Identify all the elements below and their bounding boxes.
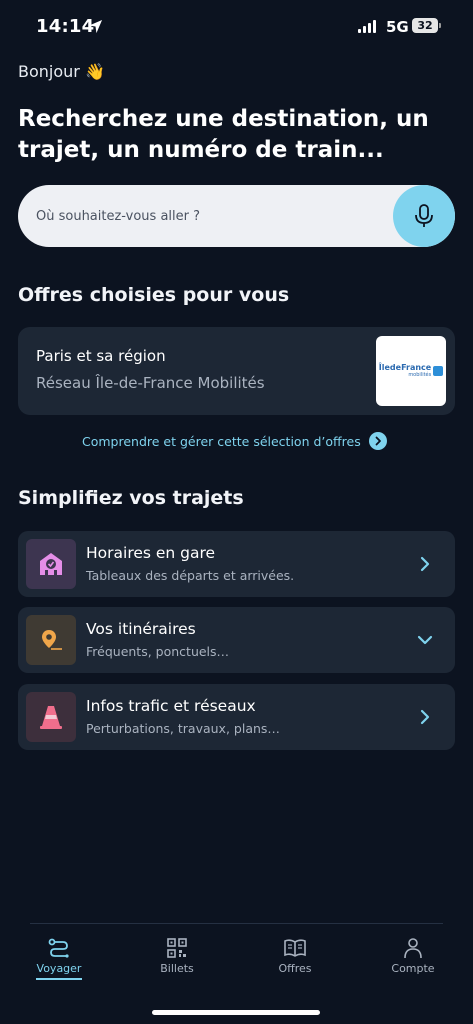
chevron-right-icon [420, 709, 430, 725]
page-headline: Recherchez une destination, un trajet, u… [18, 106, 429, 163]
offers-section-title: Offres choisies pour vous [18, 284, 290, 306]
itineraries-card[interactable]: Vos itinéraires Fréquents, ponctuels… [18, 607, 455, 673]
battery-indicator: 32 [412, 18, 438, 33]
simplify-section-title: Simplifiez vos trajets [18, 487, 244, 509]
offer-subtitle: Réseau Île-de-France Mobilités [36, 374, 265, 392]
map-pin-icon [26, 615, 76, 665]
greeting-text: Bonjour 👋 [18, 62, 105, 81]
book-open-icon [284, 939, 306, 957]
nav-label-voyager: Voyager [36, 962, 82, 975]
offer-title: Paris et sa région [36, 347, 166, 365]
station-clock-icon [26, 539, 76, 589]
nav-tab-billets[interactable]: Billets [132, 936, 222, 975]
search-bar[interactable] [18, 185, 455, 247]
chevron-right-icon [420, 556, 430, 572]
active-tab-indicator [36, 978, 82, 980]
logo-subtext: mobilités [408, 372, 432, 378]
user-icon [404, 938, 422, 959]
traffic-info-subtitle: Perturbations, travaux, plans… [86, 721, 280, 736]
nav-label-offres: Offres [278, 962, 312, 975]
microphone-icon [415, 204, 433, 227]
manage-offers-label: Comprendre et gérer cette sélection d’of… [82, 433, 361, 449]
itineraries-title: Vos itinéraires [86, 620, 196, 638]
microphone-button[interactable] [393, 185, 455, 247]
nav-tab-compte[interactable]: Compte [368, 936, 458, 975]
nav-divider [30, 923, 443, 924]
signal-bars-icon [358, 20, 376, 33]
status-time: 14:14 [36, 16, 95, 37]
offer-card[interactable]: Paris et sa région Réseau Île-de-France … [18, 327, 455, 415]
nav-label-compte: Compte [391, 962, 435, 975]
battery-tip [439, 23, 441, 28]
logo-mark-icon [433, 366, 444, 376]
traffic-info-card[interactable]: Infos trafic et réseaux Perturbations, t… [18, 684, 455, 750]
traffic-cone-icon [26, 692, 76, 742]
search-input[interactable] [36, 185, 386, 247]
logo-text: ÎledeFrance [378, 363, 432, 372]
manage-offers-link[interactable]: Comprendre et gérer cette sélection d’of… [82, 432, 387, 450]
idf-mobilites-logo: ÎledeFrance mobilités [376, 336, 446, 406]
chevron-right-circle-icon [368, 432, 387, 450]
home-indicator [152, 1010, 320, 1015]
nav-tab-voyager[interactable]: Voyager [14, 936, 104, 980]
itineraries-subtitle: Fréquents, ponctuels… [86, 644, 230, 659]
route-icon [48, 938, 69, 958]
traffic-info-title: Infos trafic et réseaux [86, 697, 256, 715]
location-arrow-icon [88, 19, 103, 34]
nav-label-billets: Billets [160, 962, 194, 975]
station-schedules-card[interactable]: Horaires en gare Tableaux des départs et… [18, 531, 455, 597]
nav-tab-offres[interactable]: Offres [250, 936, 340, 975]
station-schedules-title: Horaires en gare [86, 544, 216, 562]
network-type: 5G [386, 18, 409, 36]
qr-code-icon [167, 938, 187, 958]
station-schedules-subtitle: Tableaux des départs et arrivées. [86, 568, 295, 583]
chevron-down-icon [417, 635, 433, 645]
